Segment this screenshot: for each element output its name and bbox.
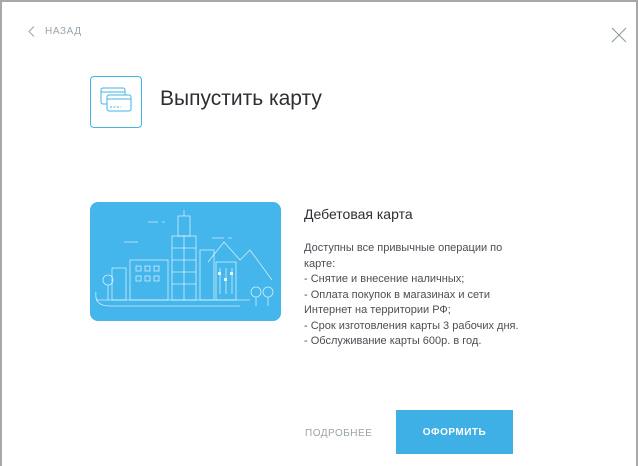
close-icon (608, 27, 630, 50)
cards-icon (99, 86, 133, 119)
description-line: - Срок изготовления карты 3 рабочих дня. (304, 319, 519, 332)
description-line: - Обслуживание карты 600р. в год. (304, 335, 482, 347)
card-description: Доступны все привычные операции по карте… (304, 241, 604, 350)
more-details-link[interactable]: ПОДРОБНЕЕ (305, 428, 372, 439)
dialog-window: НАЗАД Выпустить карту Дебетовая карта До… (0, 0, 638, 466)
page-title: Выпустить карту (160, 87, 322, 110)
city-illustration (95, 210, 274, 307)
description-line: Интернет на территории РФ; (304, 304, 451, 316)
back-link[interactable]: НАЗАД (28, 26, 82, 37)
apply-button[interactable]: ОФОРМИТЬ (396, 410, 513, 454)
description-line: карте: (304, 257, 336, 270)
card-illustration (90, 202, 281, 321)
cards-icon-box (90, 76, 142, 128)
chevron-left-icon (28, 26, 35, 37)
card-title: Дебетовая карта (304, 206, 413, 222)
card-info: Дебетовая карта Доступны все привычные о… (304, 206, 604, 350)
description-line: Доступны все привычные операции по (304, 242, 503, 254)
description-line: - Снятие и внесение наличных; (304, 273, 465, 285)
description-line: - Оплата покупок в магазинах и сети (304, 288, 490, 301)
back-label: НАЗАД (45, 26, 82, 37)
close-button[interactable] (608, 24, 630, 46)
